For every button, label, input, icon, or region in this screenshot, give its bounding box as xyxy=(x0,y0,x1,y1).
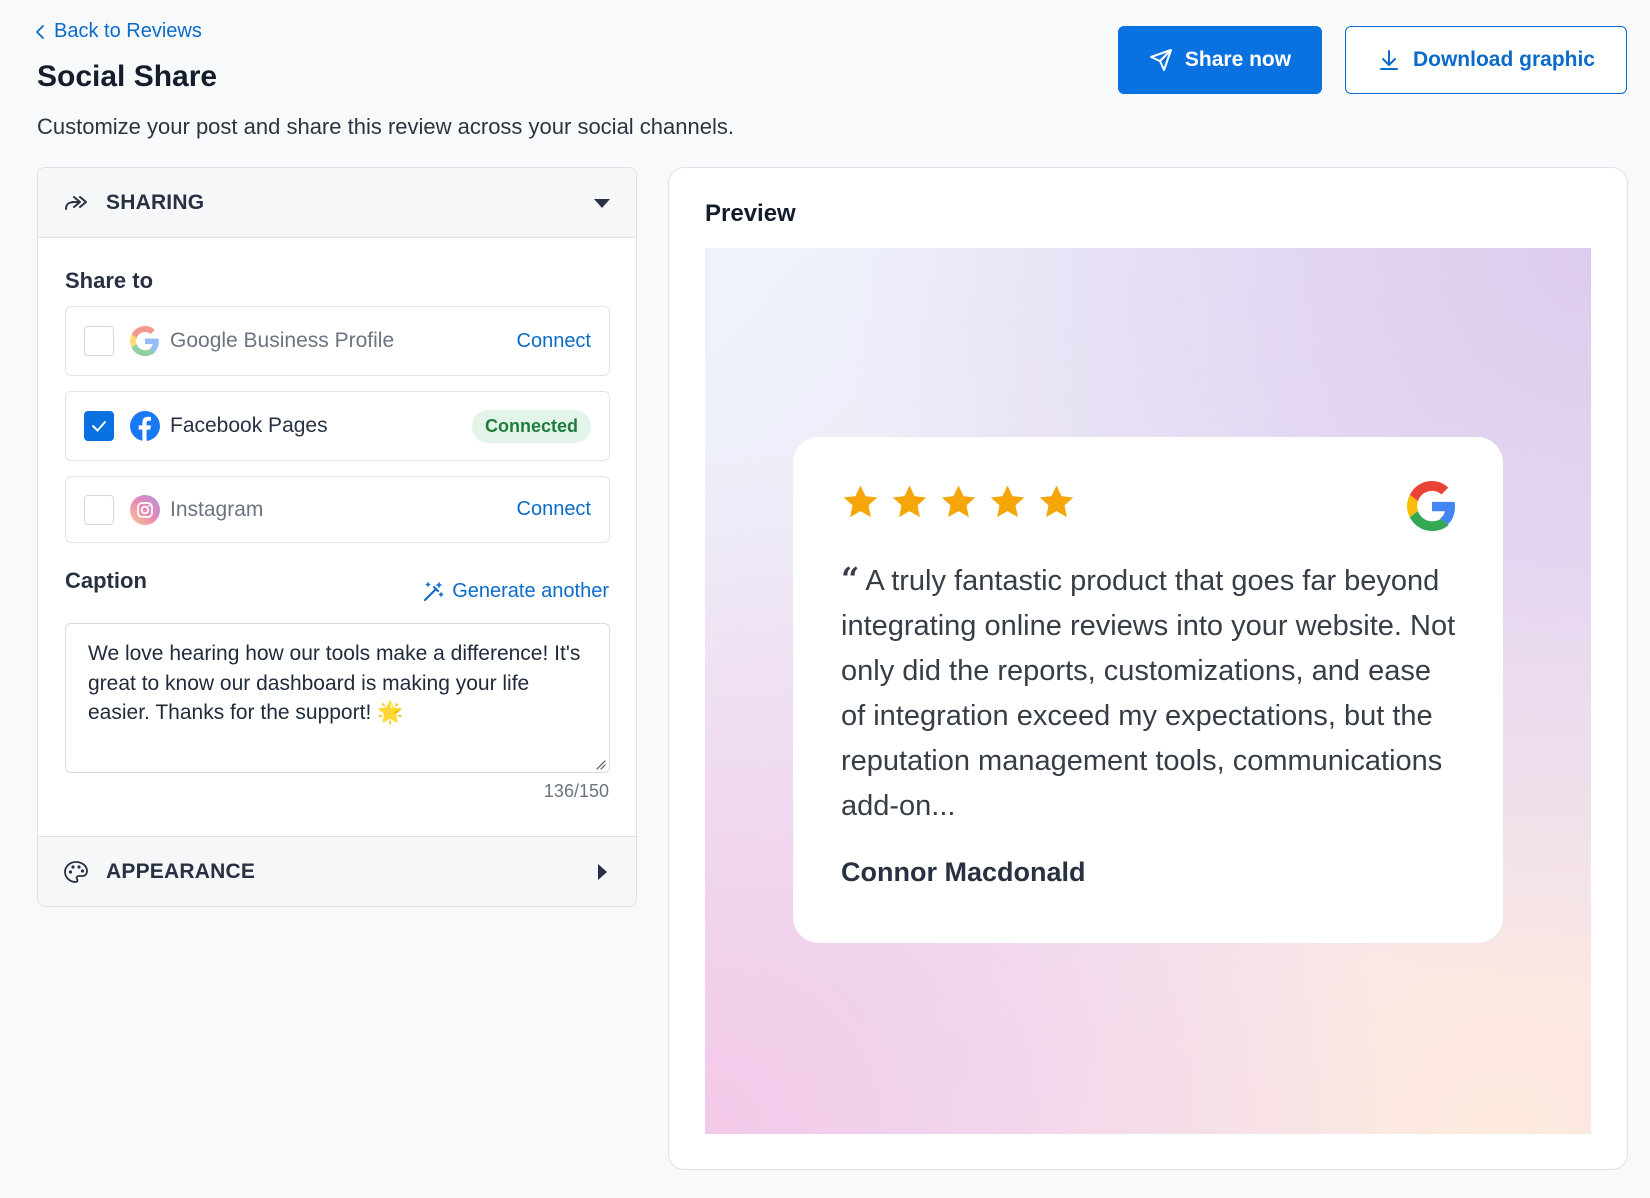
star-icon xyxy=(990,485,1025,518)
share-option-google[interactable]: Google Business Profile Connect xyxy=(65,306,610,376)
review-text: A truly fantastic product that goes far … xyxy=(841,565,1456,822)
generate-another-button[interactable]: Generate another xyxy=(422,580,609,603)
facebook-icon xyxy=(130,411,160,441)
download-graphic-button[interactable]: Download graphic xyxy=(1345,26,1627,94)
palette-icon xyxy=(64,860,88,883)
instagram-connect-link[interactable]: Connect xyxy=(517,498,592,521)
star-rating xyxy=(841,483,1076,522)
instagram-icon xyxy=(130,494,160,525)
facebook-checkbox[interactable] xyxy=(84,411,114,441)
google-platform-name: Google Business Profile xyxy=(170,329,395,352)
quote-mark: “ xyxy=(841,560,860,598)
chevron-left-icon xyxy=(36,24,44,39)
preview-panel: Preview “A truly fantastic product that … xyxy=(668,167,1628,1170)
share-option-facebook[interactable]: Facebook Pages Connected xyxy=(65,391,610,461)
download-icon xyxy=(1379,50,1398,70)
caption-label: Caption xyxy=(65,568,147,593)
google-logo-icon xyxy=(1407,481,1456,531)
resize-grip-icon[interactable] xyxy=(594,758,606,770)
caption-char-count: 136/150 xyxy=(543,781,609,801)
share-now-label: Share now xyxy=(1184,48,1292,71)
page-subtitle: Customize your post and share this revie… xyxy=(37,114,734,139)
sharing-section-title: SHARING xyxy=(106,190,205,214)
caption-textarea[interactable]: We love hearing how our tools make a dif… xyxy=(65,623,610,773)
star-icon xyxy=(941,485,976,518)
review-text-block: “A truly fantastic product that goes far… xyxy=(841,557,1461,829)
google-checkbox[interactable] xyxy=(84,326,114,356)
sharing-section-header[interactable]: SHARING xyxy=(38,168,636,238)
star-icon xyxy=(892,485,927,518)
generate-another-label: Generate another xyxy=(452,580,609,602)
share-arrows-icon xyxy=(65,195,87,210)
back-link-label: Back to Reviews xyxy=(54,20,202,42)
preview-graphic: “A truly fantastic product that goes far… xyxy=(705,248,1591,1134)
back-to-reviews-link[interactable]: Back to Reviews xyxy=(34,20,202,43)
send-icon xyxy=(1149,49,1172,71)
settings-panel: SHARING Share to Google Business Profile… xyxy=(37,167,637,907)
share-option-instagram[interactable]: Instagram Connect xyxy=(65,476,610,543)
facebook-platform-name: Facebook Pages xyxy=(170,414,328,437)
preview-title: Preview xyxy=(705,200,796,227)
star-icon xyxy=(843,485,878,518)
social-share-page: Back to Reviews Social Share Customize y… xyxy=(0,0,1650,1198)
instagram-platform-name: Instagram xyxy=(170,497,264,521)
star-icon xyxy=(1039,485,1074,518)
google-icon xyxy=(130,326,160,356)
share-to-label: Share to xyxy=(65,268,154,293)
appearance-section-header[interactable]: APPEARANCE xyxy=(38,836,636,906)
review-card: “A truly fantastic product that goes far… xyxy=(793,437,1503,943)
checkmark-icon xyxy=(92,421,106,432)
caret-down-icon xyxy=(594,198,610,208)
share-now-button[interactable]: Share now xyxy=(1118,26,1322,94)
facebook-connected-badge: Connected xyxy=(471,409,591,443)
reviewer-name: Connor Macdonald xyxy=(841,857,1086,887)
download-graphic-label: Download graphic xyxy=(1412,48,1595,71)
instagram-checkbox[interactable] xyxy=(84,494,114,525)
magic-wand-icon xyxy=(424,581,444,601)
page-title: Social Share xyxy=(37,60,218,93)
caret-right-icon xyxy=(598,863,607,880)
google-connect-link[interactable]: Connect xyxy=(517,330,592,353)
appearance-section-title: APPEARANCE xyxy=(106,859,256,883)
